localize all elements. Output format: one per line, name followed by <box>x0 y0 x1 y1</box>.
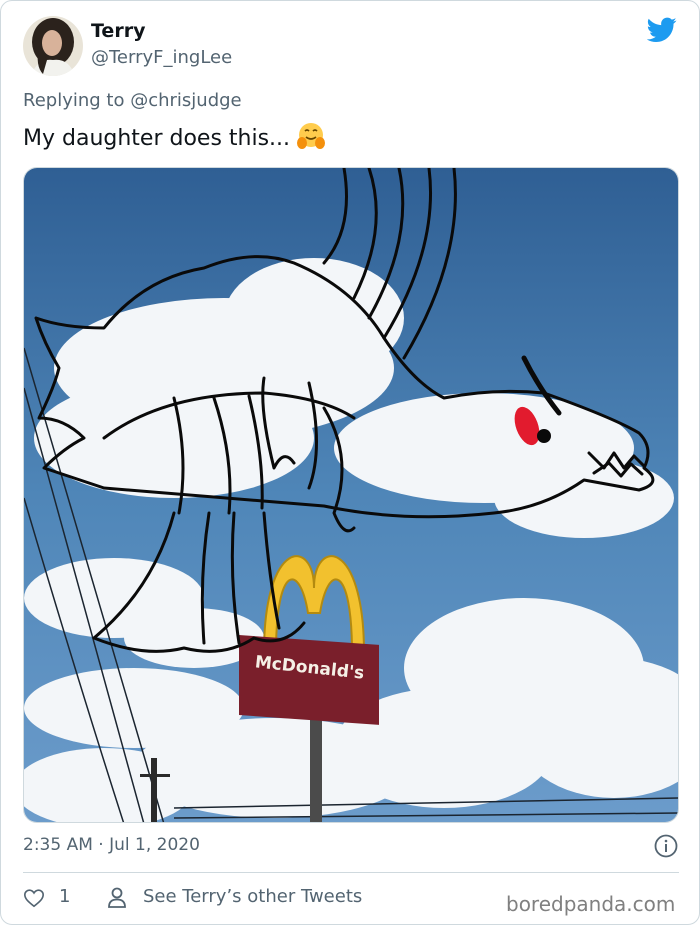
tweet-text-line: My daughter does this... <box>23 121 326 151</box>
author-handle[interactable]: @TerryF_ingLee <box>91 47 232 68</box>
author-name[interactable]: Terry <box>91 20 145 42</box>
divider <box>23 872 679 873</box>
timestamp[interactable]: 2:35 AM · Jul 1, 2020 <box>23 835 200 855</box>
hugging-face-emoji-icon <box>297 123 326 149</box>
like-count: 1 <box>59 886 71 907</box>
reply-context: Replying to @chrisjudge <box>23 90 242 111</box>
twitter-bird-icon[interactable] <box>647 17 677 43</box>
reply-target-link[interactable]: @chrisjudge <box>130 90 241 111</box>
tweet-card: Terry @TerryF_ingLee Replying to @chrisj… <box>0 0 700 925</box>
tweet-text: My daughter does this... <box>23 126 291 151</box>
heart-icon[interactable] <box>23 887 45 909</box>
info-icon[interactable] <box>654 834 678 858</box>
reply-prefix: Replying to <box>23 90 131 111</box>
tweet-photo[interactable]: McDonald's <box>23 167 679 823</box>
avatar[interactable] <box>23 16 83 76</box>
see-other-tweets-link[interactable]: See Terry’s other Tweets <box>143 886 362 907</box>
person-icon[interactable] <box>107 887 127 909</box>
watermark: boredpanda.com <box>506 892 676 916</box>
